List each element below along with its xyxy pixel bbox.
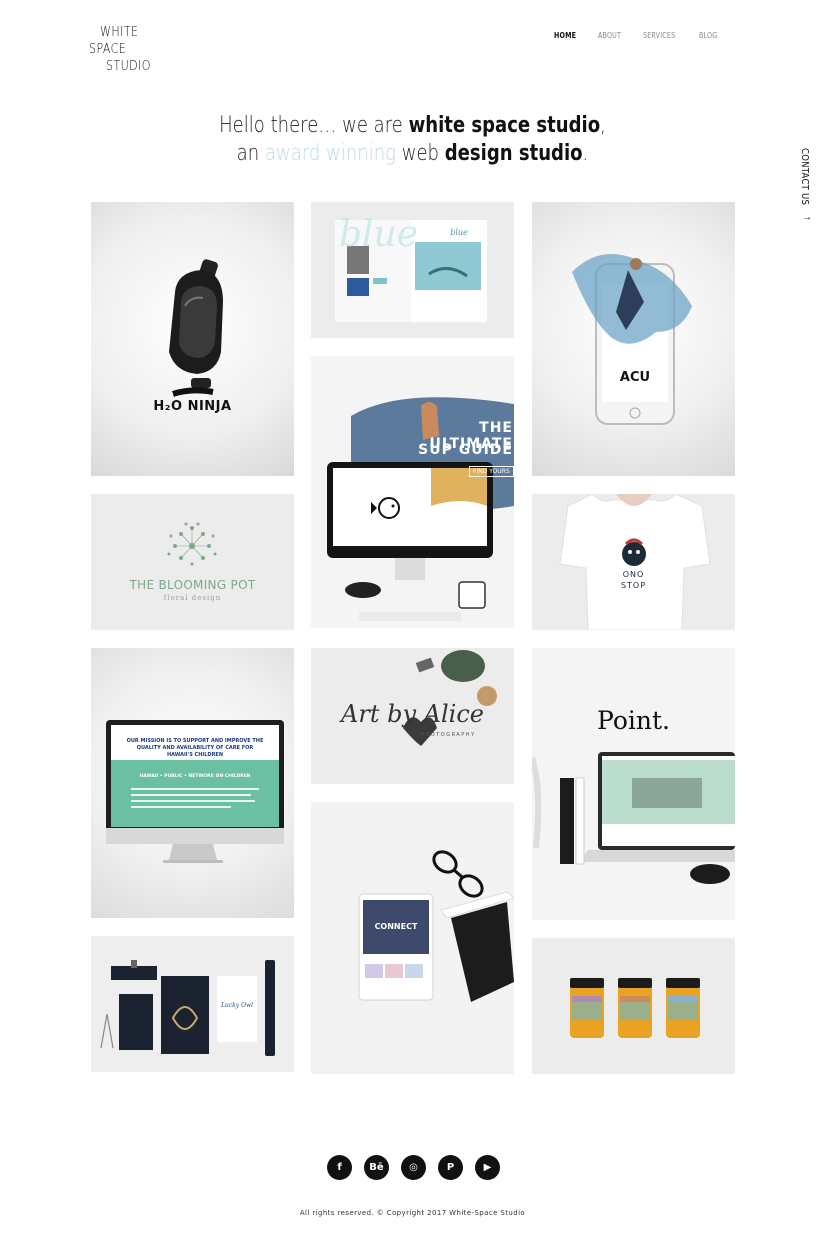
svg-text:blue: blue [339, 214, 418, 255]
portfolio-tile-ono-stop[interactable]: ONO STOP [532, 494, 735, 630]
headline-studio-name: white space studio [408, 113, 601, 138]
blue-magazine-caption: blue [450, 228, 468, 237]
honey-jars-image [570, 978, 700, 1038]
portfolio-tile-mission-site[interactable]: OUR MISSION IS TO SUPPORT AND IMPROVE TH… [91, 648, 294, 918]
magazine-spread-image: blue [335, 214, 487, 322]
portfolio-tile-connect[interactable]: CONNECT [311, 802, 514, 1074]
youtube-icon[interactable]: ▶ [475, 1155, 500, 1180]
portfolio-tile-h2o-ninja[interactable]: H₂O NINJA [91, 202, 294, 476]
art-by-alice-title: Art by Alice [341, 700, 484, 728]
instagram-icon[interactable]: ◎ [401, 1155, 426, 1180]
portfolio-tile-point[interactable]: Point. [532, 648, 735, 920]
laptop-mockup-image [532, 752, 735, 884]
headline-design-studio: design studio [444, 141, 583, 166]
lucky-owl-caption: Lucky Owl [220, 1002, 254, 1009]
blooming-pot-title: THE BLOOMING POT [129, 578, 256, 592]
dandelion-logo-icon [167, 522, 217, 566]
sup-guide-title-2: SUP GUIDE [418, 442, 513, 458]
phone-mockup-image [572, 254, 692, 425]
portfolio-tile-blooming-pot[interactable]: THE BLOOMING POT floral design [91, 494, 294, 630]
sup-guide-mockup-image [327, 397, 514, 621]
portfolio-tile-blue-magazine[interactable]: blue blue [311, 202, 514, 338]
headline-text: . [582, 141, 589, 166]
find-yours-button[interactable]: FIND YOURS [469, 466, 514, 477]
acu-caption: ACU [619, 370, 651, 385]
hero-headline: Hello there… we are white space studio, … [74, 112, 751, 168]
portfolio-tile-sup-guide[interactable]: THE ULTIMATE SUP GUIDE FIND YOURS [311, 356, 514, 628]
portfolio-tile-honey-jars[interactable] [532, 938, 735, 1074]
portfolio-tile-acu[interactable]: ACU [532, 202, 735, 476]
main-nav: HOME ABOUT SERVICES BLOG [554, 31, 739, 40]
facebook-icon[interactable]: f [327, 1155, 352, 1180]
contact-us-label: CONTACT US [799, 148, 810, 206]
headline-text: Hello there… we are [219, 113, 409, 138]
social-links: f Bē ◎ P ▶ [327, 1155, 500, 1180]
mission-statement: OUR MISSION IS TO SUPPORT AND IMPROVE TH… [126, 738, 264, 758]
studio-logo[interactable]: WHITE SPACE STUDIO [89, 24, 151, 75]
ono-stop-line-1: ONO [622, 570, 645, 579]
copyright-footer: All rights reserved. © Copyright 2017 Wh… [299, 1209, 526, 1217]
nav-blog[interactable]: BLOG [699, 31, 717, 40]
logo-line-space: SPACE [89, 42, 127, 57]
nav-services[interactable]: SERVICES [643, 31, 675, 40]
point-title: Point. [597, 706, 670, 735]
nav-home[interactable]: HOME [554, 31, 576, 40]
mission-band-title: HAWAII • PUBLIC • NETWORK ON CHILDREN [139, 774, 251, 779]
headline-accent: award winning [264, 141, 396, 166]
pinterest-icon[interactable]: P [438, 1155, 463, 1180]
snorkel-mask-image [169, 259, 223, 397]
tshirt-mockup-image [559, 494, 711, 630]
connect-caption: CONNECT [374, 922, 418, 931]
portfolio-tile-lucky-owl[interactable]: Lucky Owl [91, 936, 294, 1072]
headline-text: , [600, 113, 606, 138]
behance-icon[interactable]: Bē [364, 1155, 389, 1180]
contact-us-link[interactable]: CONTACT US → [799, 148, 815, 228]
logo-line-studio: STUDIO [106, 59, 151, 74]
blooming-pot-subtitle: floral design [163, 594, 222, 602]
nav-about[interactable]: ABOUT [598, 31, 621, 40]
art-by-alice-subtitle: PHOTOGRAPHY [421, 732, 476, 738]
ono-stop-line-2: STOP [620, 581, 647, 590]
portfolio-tile-art-by-alice[interactable]: Art by Alice PHOTOGRAPHY [311, 648, 514, 784]
h2o-ninja-caption: H₂O NINJA [153, 399, 232, 414]
headline-line-1: Hello there… we are white space studio, [74, 112, 751, 140]
headline-line-2: an award winning web design studio. [74, 140, 751, 168]
logo-line-white: WHITE [100, 25, 139, 40]
imac-mockup-image [106, 720, 284, 863]
tablet-mockup-image [358, 850, 514, 1002]
stationery-mockup-image [100, 960, 275, 1056]
headline-text: an [236, 141, 265, 166]
headline-text: web [395, 141, 445, 166]
arrow-right-icon: → [802, 212, 812, 223]
